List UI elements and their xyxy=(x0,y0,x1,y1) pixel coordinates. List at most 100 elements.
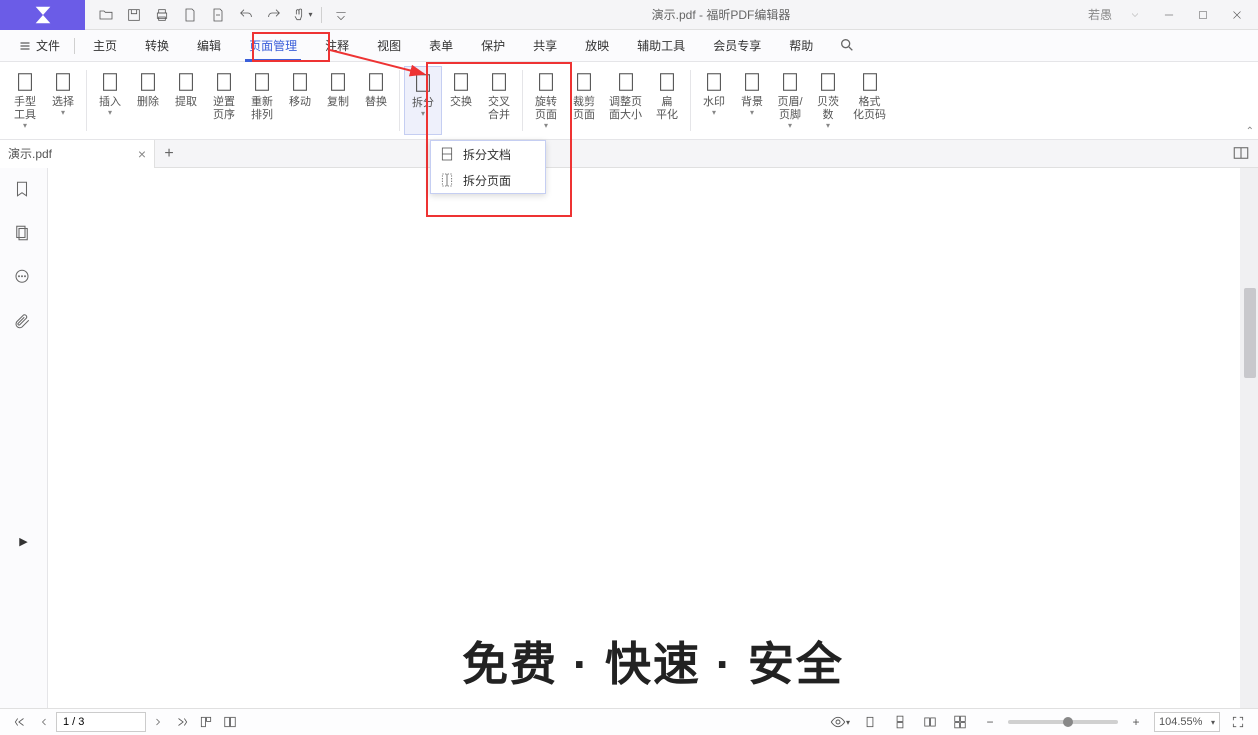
attachment-icon[interactable] xyxy=(13,312,35,334)
document-area[interactable]: 免费 · 快速 · 安全 xyxy=(48,168,1258,708)
ribbon-icon xyxy=(327,70,349,94)
ribbon-拆分[interactable]: 拆分▾ xyxy=(404,66,442,135)
undo-icon[interactable] xyxy=(233,2,259,28)
menu-转换[interactable]: 转换 xyxy=(131,30,183,62)
ribbon-裁剪页面[interactable]: 裁剪 页面 xyxy=(565,66,603,135)
close-tab-icon[interactable]: × xyxy=(138,146,146,162)
split-document-item[interactable]: 拆分文档 xyxy=(431,141,545,167)
prev-page-icon[interactable] xyxy=(32,711,56,733)
ribbon-逆置页序[interactable]: 逆置 页序 xyxy=(205,66,243,135)
vertical-scrollbar[interactable] xyxy=(1240,168,1258,708)
minimize-button[interactable] xyxy=(1154,2,1184,28)
scrollbar-thumb[interactable] xyxy=(1244,288,1256,378)
zoom-out-icon[interactable]: − xyxy=(978,711,1002,733)
ribbon-移动[interactable]: 移动 xyxy=(281,66,319,135)
menu-主页[interactable]: 主页 xyxy=(79,30,131,62)
first-page-icon[interactable] xyxy=(8,711,32,733)
user-chevron-icon[interactable] xyxy=(1120,2,1150,28)
search-icon[interactable] xyxy=(839,37,857,55)
ribbon-选择[interactable]: 选择▾ xyxy=(44,66,82,135)
hand-dd-icon[interactable]: ▾ xyxy=(289,2,315,28)
quick-access-toolbar: ▾ xyxy=(85,2,354,28)
view-facing-icon[interactable] xyxy=(918,711,942,733)
ribbon-贝茨数[interactable]: 贝茨 数▾ xyxy=(809,66,847,135)
menu-注释[interactable]: 注释 xyxy=(311,30,363,62)
file-menu-label: 文件 xyxy=(36,37,60,54)
ribbon-icon xyxy=(365,70,387,94)
window-title: 演示.pdf - 福昕PDF编辑器 xyxy=(354,6,1088,23)
ribbon-重新排列[interactable]: 重新 排列 xyxy=(243,66,281,135)
ribbon-交叉合并[interactable]: 交叉 合并 xyxy=(480,66,518,135)
ribbon-icon xyxy=(741,70,763,94)
menu-保护[interactable]: 保护 xyxy=(467,30,519,62)
save-icon[interactable] xyxy=(121,2,147,28)
zoom-slider-thumb[interactable] xyxy=(1063,717,1073,727)
menu-视图[interactable]: 视图 xyxy=(363,30,415,62)
ribbon-水印[interactable]: 水印▾ xyxy=(695,66,733,135)
last-page-icon[interactable] xyxy=(170,711,194,733)
add-tab-button[interactable]: + xyxy=(155,140,183,168)
maximize-button[interactable] xyxy=(1188,2,1218,28)
ribbon-扁平化[interactable]: 扁 平化 xyxy=(648,66,686,135)
document-tab[interactable]: 演示.pdf × xyxy=(0,140,155,168)
menu-表单[interactable]: 表单 xyxy=(415,30,467,62)
menu-帮助[interactable]: 帮助 xyxy=(775,30,827,62)
menu-辅助工具[interactable]: 辅助工具 xyxy=(623,30,699,62)
ribbon-背景[interactable]: 背景▾ xyxy=(733,66,771,135)
view-facing-cont-icon[interactable] xyxy=(948,711,972,733)
document-tab-label: 演示.pdf xyxy=(8,145,52,162)
page2-icon[interactable] xyxy=(205,2,231,28)
chevron-down-icon: ▾ xyxy=(750,109,754,117)
close-button[interactable] xyxy=(1222,2,1252,28)
next-page-icon[interactable] xyxy=(146,711,170,733)
comment-icon[interactable] xyxy=(13,268,35,290)
fullscreen-icon[interactable] xyxy=(1226,711,1250,733)
collapse-ribbon-icon[interactable]: ⌃ xyxy=(1246,126,1254,137)
eye-icon[interactable]: ▾ xyxy=(828,711,852,733)
ribbon-插入[interactable]: 插入▾ xyxy=(91,66,129,135)
ribbon-提取[interactable]: 提取 xyxy=(167,66,205,135)
ribbon-旋转页面[interactable]: 旋转 页面▾ xyxy=(527,66,565,135)
reading-mode-icon[interactable] xyxy=(1232,144,1252,164)
split-page-item[interactable]: 拆分页面 xyxy=(431,167,545,193)
menu-页面管理[interactable]: 页面管理 xyxy=(235,30,311,62)
redo-icon[interactable] xyxy=(261,2,287,28)
ribbon-icon xyxy=(251,70,273,94)
zoom-in-icon[interactable]: + xyxy=(1124,711,1148,733)
ribbon-替换[interactable]: 替换 xyxy=(357,66,395,135)
multiview-icon[interactable] xyxy=(218,711,242,733)
file-menu[interactable]: 文件 xyxy=(8,37,70,54)
menu-编辑[interactable]: 编辑 xyxy=(183,30,235,62)
split-page-icon xyxy=(439,172,455,188)
ribbon-页眉/页脚[interactable]: 页眉/ 页脚▾ xyxy=(771,66,809,135)
page-icon[interactable] xyxy=(177,2,203,28)
ribbon-格式化页码[interactable]: 格式 化页码 xyxy=(847,66,892,135)
ribbon-手型工具[interactable]: 手型 工具▾ xyxy=(6,66,44,135)
page-content-text: 免费 · 快速 · 安全 xyxy=(72,628,1234,694)
ribbon-icon xyxy=(817,70,839,94)
ribbon-删除[interactable]: 删除 xyxy=(129,66,167,135)
pages-icon[interactable] xyxy=(13,224,35,246)
open-icon[interactable] xyxy=(93,2,119,28)
menu-放映[interactable]: 放映 xyxy=(571,30,623,62)
expand-panel-icon[interactable]: ▶ xyxy=(19,535,27,548)
ribbon-复制[interactable]: 复制 xyxy=(319,66,357,135)
ribbon-icon xyxy=(703,70,725,94)
print-icon[interactable] xyxy=(149,2,175,28)
ribbon-调整页面大小[interactable]: 调整页 面大小 xyxy=(603,66,648,135)
ribbon-交换[interactable]: 交换 xyxy=(442,66,480,135)
split-doc-icon xyxy=(439,146,455,162)
ribbon-icon xyxy=(137,70,159,94)
thumbnails-icon[interactable] xyxy=(194,711,218,733)
page-input[interactable] xyxy=(56,712,146,732)
view-continuous-icon[interactable] xyxy=(888,711,912,733)
user-name[interactable]: 若愚 xyxy=(1088,6,1112,23)
zoom-value[interactable]: 104.55%▾ xyxy=(1154,712,1220,732)
view-single-icon[interactable] xyxy=(858,711,882,733)
ribbon: 手型 工具▾选择▾插入▾删除提取逆置 页序重新 排列移动复制替换拆分▾交换交叉 … xyxy=(0,62,1258,140)
menu-共享[interactable]: 共享 xyxy=(519,30,571,62)
menu-会员专享[interactable]: 会员专享 xyxy=(699,30,775,62)
bookmark-icon[interactable] xyxy=(13,180,35,202)
qat-customize-icon[interactable] xyxy=(328,2,354,28)
zoom-slider[interactable] xyxy=(1008,720,1118,724)
